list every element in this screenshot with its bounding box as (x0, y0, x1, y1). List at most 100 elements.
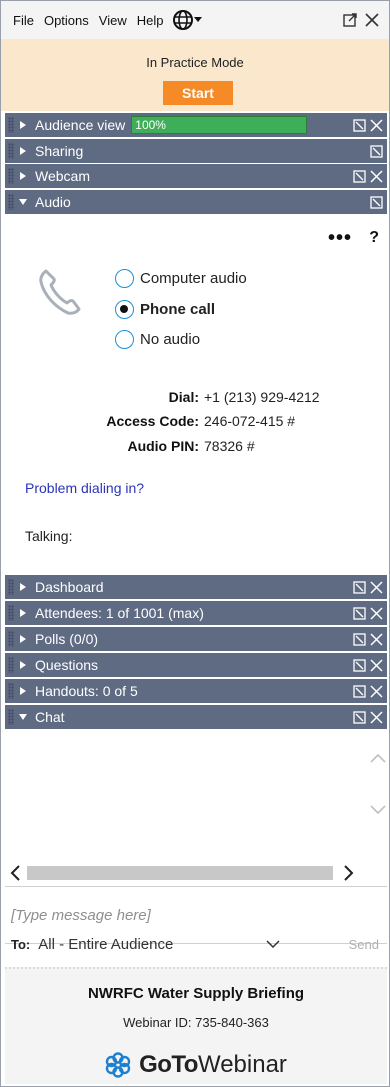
problem-dialing-link[interactable]: Problem dialing in? (25, 480, 144, 496)
caret-down-icon (194, 17, 203, 22)
send-button[interactable]: Send (349, 937, 379, 952)
popout-icon[interactable] (353, 684, 366, 698)
globe-icon (173, 10, 194, 30)
more-options-button[interactable]: ••• (328, 227, 352, 250)
menu-file[interactable]: File (1, 13, 39, 28)
panel-label-polls: Polls (0/0) (35, 631, 99, 647)
radio-phone-call[interactable]: Phone call (115, 300, 215, 319)
close-icon[interactable] (370, 632, 383, 646)
close-icon[interactable] (365, 13, 379, 27)
expand-right-icon (20, 609, 26, 617)
to-label: To: (11, 936, 31, 952)
audio-panel: ••• ? Computer audio Phone call No audio… (5, 215, 387, 573)
radio-computer-audio[interactable]: Computer audio (115, 269, 247, 288)
dial-label: Dial: (168, 389, 199, 405)
start-button[interactable]: Start (163, 81, 233, 105)
close-icon[interactable] (370, 580, 383, 594)
chat-messages-area[interactable] (5, 731, 387, 861)
language-menu[interactable] (172, 9, 203, 31)
access-code-label: Access Code: (106, 413, 199, 429)
panel-header-audience-view[interactable]: Audience view 100% (5, 113, 387, 137)
close-icon[interactable] (370, 658, 383, 672)
radio-button[interactable] (115, 330, 134, 349)
panel-header-sharing[interactable]: Sharing (5, 139, 387, 163)
drag-grip[interactable] (8, 117, 14, 133)
panel-header-chat[interactable]: Chat (5, 705, 387, 729)
panel-label-webcam: Webcam (35, 168, 90, 184)
panel-header-dashboard[interactable]: Dashboard (5, 575, 387, 599)
popout-icon[interactable] (370, 195, 383, 209)
popout-icon[interactable] (353, 118, 366, 132)
menu-options[interactable]: Options (39, 13, 94, 28)
gotowebinar-flower-icon (105, 1052, 131, 1078)
radio-button[interactable] (115, 269, 134, 288)
close-icon[interactable] (370, 606, 383, 620)
collapse-down-icon (19, 714, 27, 720)
panel-label-handouts: Handouts: 0 of 5 (35, 683, 138, 699)
popout-icon[interactable] (370, 144, 383, 158)
close-icon[interactable] (370, 118, 383, 132)
drag-grip[interactable] (8, 168, 14, 184)
vertical-scrollbar[interactable] (369, 731, 387, 861)
scroll-right-icon[interactable] (341, 864, 355, 882)
panel-label-chat: Chat (35, 709, 65, 725)
panel-header-questions[interactable]: Questions (5, 653, 387, 677)
help-button[interactable]: ? (369, 229, 379, 247)
close-icon[interactable] (370, 684, 383, 698)
panel-header-handouts[interactable]: Handouts: 0 of 5 (5, 679, 387, 703)
access-code-value: 246-072-415 # (204, 413, 296, 429)
audio-pin-value: 78326 # (204, 438, 255, 454)
panel-label-dashboard: Dashboard (35, 579, 104, 595)
drag-grip[interactable] (8, 194, 14, 210)
drag-grip[interactable] (8, 579, 14, 595)
panel-label-attendees: Attendees: 1 of 1001 (max) (35, 605, 204, 621)
panel-header-polls[interactable]: Polls (0/0) (5, 627, 387, 651)
audience-view-percent: 100% (135, 118, 166, 132)
popout-icon[interactable] (353, 169, 366, 183)
dial-number: +1 (213) 929-4212 (204, 389, 320, 405)
close-icon[interactable] (370, 710, 383, 724)
expand-right-icon (20, 121, 26, 129)
gotowebinar-control-panel: File Options View Help In Practice Mode (0, 0, 390, 1087)
drag-grip[interactable] (8, 631, 14, 647)
radio-label-no-audio: No audio (140, 331, 201, 348)
radio-label-computer-audio: Computer audio (140, 270, 247, 287)
scroll-down-icon[interactable] (369, 803, 387, 817)
radio-button-selected[interactable] (115, 300, 134, 319)
menu-help[interactable]: Help (132, 13, 169, 28)
panel-header-attendees[interactable]: Attendees: 1 of 1001 (max) (5, 601, 387, 625)
recipient-select[interactable]: All - Entire Audience (38, 931, 288, 957)
popout-icon[interactable] (353, 658, 366, 672)
drag-grip[interactable] (8, 709, 14, 725)
menu-bar: File Options View Help (1, 1, 389, 39)
close-icon[interactable] (370, 169, 383, 183)
expand-right-icon (20, 635, 26, 643)
phone-icon (39, 269, 81, 315)
panel-header-audio[interactable]: Audio (5, 190, 387, 214)
webinar-id: Webinar ID: 735-840-363 (123, 1015, 269, 1030)
drag-grip[interactable] (8, 605, 14, 621)
drag-grip[interactable] (8, 683, 14, 699)
panel-header-webcam[interactable]: Webcam (5, 164, 387, 188)
popout-icon[interactable] (353, 580, 366, 594)
radio-no-audio[interactable]: No audio (115, 330, 200, 349)
scrollbar-thumb[interactable] (27, 866, 333, 880)
expand-right-icon (20, 583, 26, 591)
chat-recipient-row: To: All - Entire Audience Send (5, 926, 387, 962)
menu-view[interactable]: View (94, 13, 132, 28)
scroll-up-icon[interactable] (369, 751, 387, 765)
scroll-left-icon[interactable] (9, 864, 23, 882)
brand-goto: GoTo (139, 1051, 198, 1078)
popout-icon[interactable] (353, 632, 366, 646)
chevron-down-icon (266, 940, 280, 948)
panel-label-audio: Audio (35, 194, 71, 210)
expand-right-icon (20, 687, 26, 695)
horizontal-scrollbar[interactable] (5, 863, 387, 883)
popout-icon[interactable] (353, 606, 366, 620)
popout-icon[interactable] (353, 710, 366, 724)
drag-grip[interactable] (8, 657, 14, 673)
expand-right-icon (20, 147, 26, 155)
brand-webinar: Webinar (197, 1051, 287, 1078)
drag-grip[interactable] (8, 143, 14, 159)
popout-icon[interactable] (343, 13, 357, 27)
